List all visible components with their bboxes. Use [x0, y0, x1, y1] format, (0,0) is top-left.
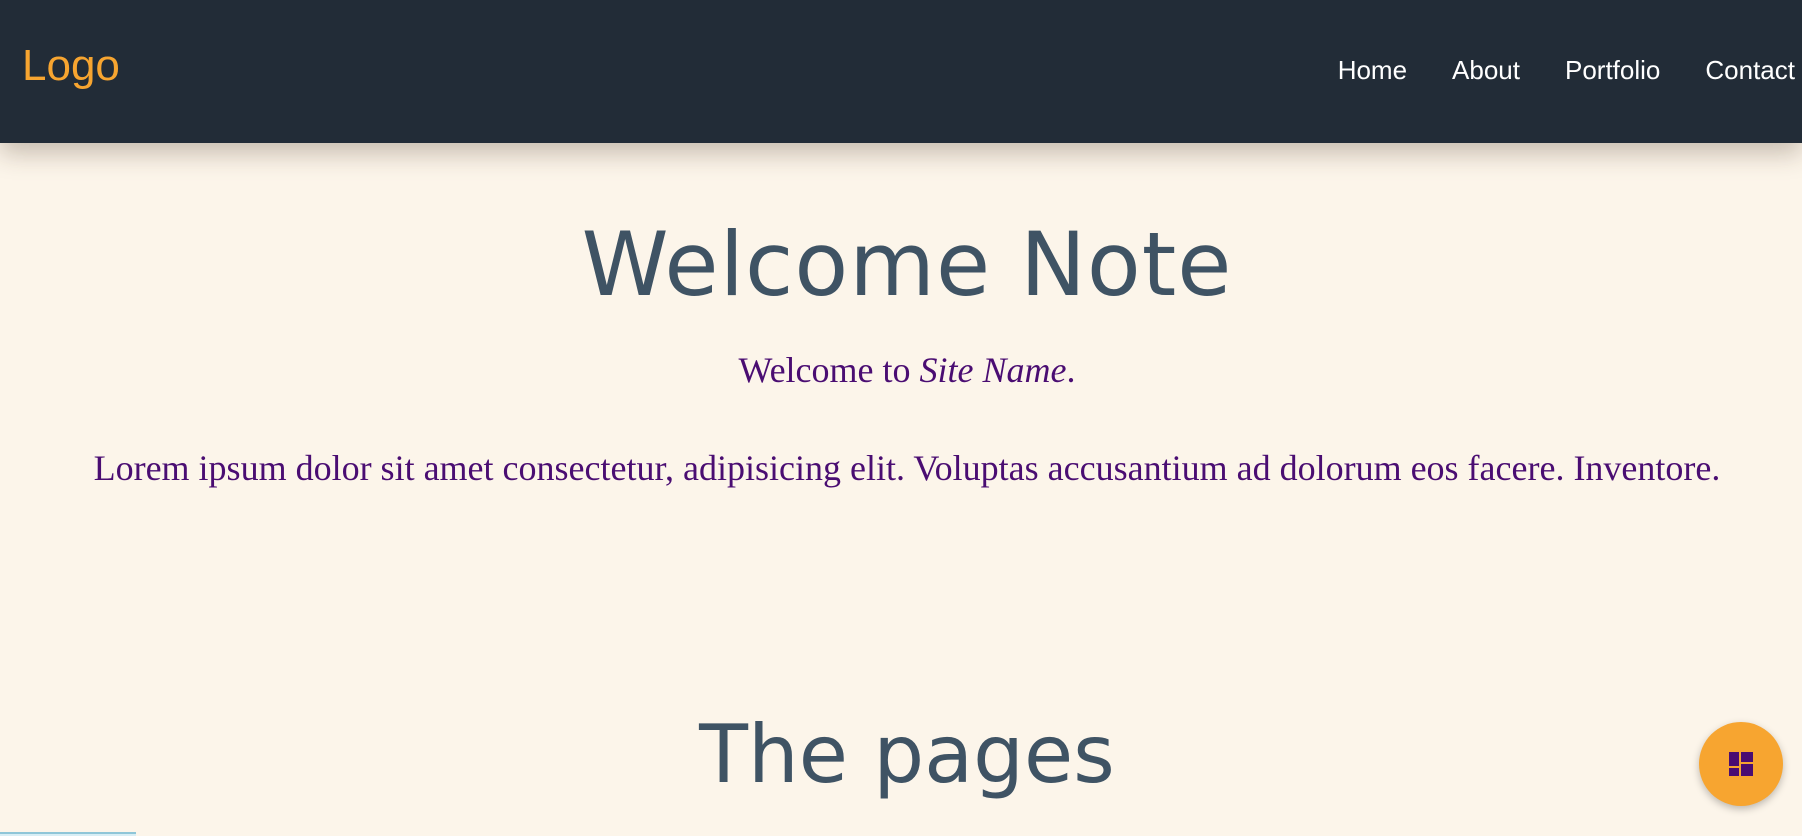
nav-item-portfolio: Portfolio	[1527, 52, 1667, 88]
dashboard-icon	[1729, 752, 1753, 776]
logo-link[interactable]: Logo	[22, 40, 120, 92]
welcome-suffix: .	[1066, 350, 1076, 390]
welcome-prefix: Welcome to	[738, 350, 920, 390]
nav-link-contact[interactable]: Contact	[1667, 52, 1802, 88]
nav-item-about: About	[1414, 52, 1527, 88]
welcome-line: Welcome to Site Name.	[0, 348, 1802, 392]
intro-paragraph: Lorem ipsum dolor sit amet consectetur, …	[93, 448, 1721, 488]
nav-links: Home About Portfolio Contact	[1338, 52, 1802, 88]
nav-link-about[interactable]: About	[1414, 52, 1527, 88]
dashboard-fab-button[interactable]	[1699, 722, 1783, 806]
welcome-heading: Welcome Note	[581, 213, 1233, 316]
site-name: Site Name	[919, 350, 1067, 390]
bottom-scroll-indicator	[0, 832, 136, 836]
nav-item-home: Home	[1338, 52, 1414, 88]
pages-heading: The pages	[699, 708, 1115, 801]
nav-item-contact: Contact	[1667, 52, 1802, 88]
navbar: Logo Home About Portfolio Contact	[0, 0, 1802, 143]
nav-link-portfolio[interactable]: Portfolio	[1527, 52, 1667, 88]
nav-link-home[interactable]: Home	[1338, 52, 1414, 88]
main-content: Welcome Note Welcome to Site Name. Lorem…	[0, 143, 1802, 836]
